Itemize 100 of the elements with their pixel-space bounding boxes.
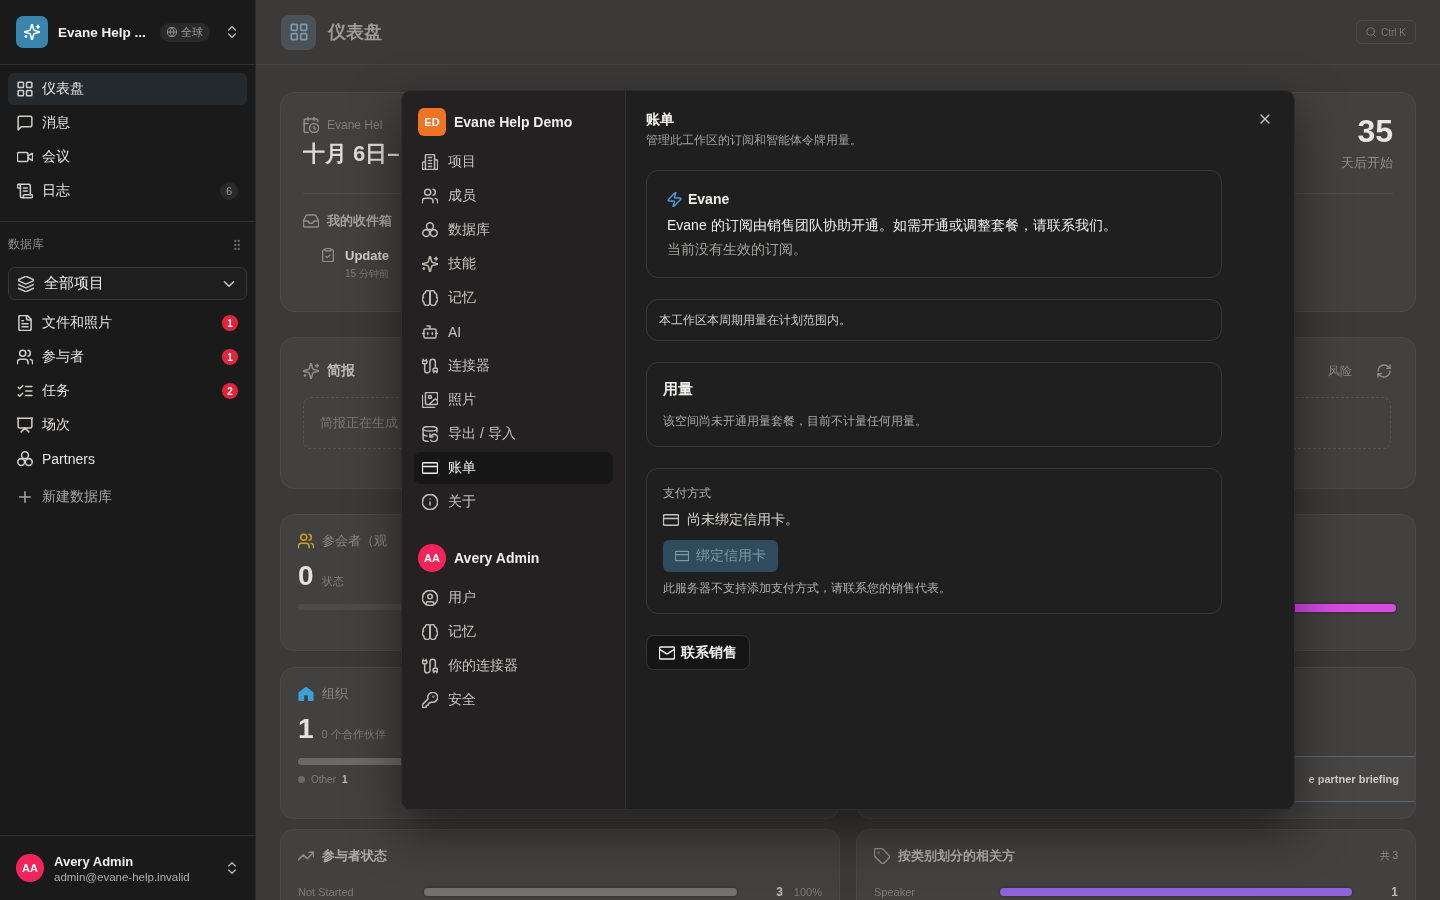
- workspace-name[interactable]: Evane Help ...: [58, 24, 146, 40]
- user-name: Avery Admin: [454, 550, 540, 566]
- key-icon: [422, 692, 438, 708]
- sparkles-icon: [422, 256, 438, 272]
- card-title: 组织: [322, 685, 348, 703]
- database-item[interactable]: 场次: [8, 409, 247, 441]
- nav-item[interactable]: 连接器: [414, 350, 613, 382]
- chevrons-up-down-icon[interactable]: [225, 25, 239, 39]
- contact-sales-button[interactable]: 联系销售: [646, 635, 750, 670]
- building-icon: [422, 154, 438, 170]
- nav-item[interactable]: 账单: [414, 452, 613, 484]
- payment-title: 支付方式: [663, 485, 712, 502]
- nav-item[interactable]: AI: [414, 316, 613, 348]
- refresh-icon[interactable]: [1377, 364, 1391, 378]
- people-icon: [298, 533, 314, 549]
- database-item[interactable]: 参与者 1: [8, 341, 247, 373]
- nav-item[interactable]: 你的连接器: [414, 650, 613, 682]
- plan-status: 当前没有生效的订阅。: [667, 241, 808, 259]
- card-status: 尚未绑定信用卡。: [687, 511, 799, 529]
- scroll-icon: [17, 183, 33, 199]
- database-item[interactable]: 任务 2: [8, 375, 247, 407]
- inbox-title: 我的收件箱: [327, 212, 392, 230]
- brain-icon: [422, 624, 438, 640]
- dialog-subtitle: 管理此工作区的订阅和智能体令牌用量。: [646, 132, 862, 149]
- nav-item[interactable]: 仪表盘: [8, 73, 247, 105]
- plug-icon: [422, 358, 438, 374]
- task-title[interactable]: Update: [345, 248, 390, 263]
- card-title: 参与者状态: [322, 847, 387, 865]
- usage-title: 用量: [663, 380, 694, 399]
- grid-icon: [281, 14, 316, 50]
- notification-badge: 1: [222, 315, 238, 331]
- payment-note: 此服务器不支持添加支付方式，请联系您的销售代表。: [663, 580, 952, 597]
- row-label: Not Started: [298, 886, 355, 898]
- images-icon: [422, 392, 438, 408]
- close-icon: [1258, 112, 1272, 126]
- workspace-avatar: ED: [418, 108, 446, 136]
- legend-label: Other: [311, 774, 336, 785]
- legend-dot-icon: [298, 776, 305, 783]
- nav-item[interactable]: 消息: [8, 107, 247, 139]
- workspace-name: Evane Help Demo: [454, 114, 573, 130]
- nav-item[interactable]: 照片: [414, 384, 613, 416]
- nav-item[interactable]: 用户: [414, 582, 613, 614]
- inbox-icon: [303, 213, 319, 229]
- user-avatar: AA: [16, 854, 44, 882]
- user-name: Avery Admin: [54, 853, 135, 869]
- calendar-clock-icon: [303, 117, 319, 133]
- plus-icon: [17, 489, 33, 505]
- nav-item[interactable]: 安全: [414, 684, 613, 716]
- database-item[interactable]: 文件和照片 1: [8, 307, 247, 339]
- user-avatar: AA: [418, 544, 446, 572]
- card-title: 参会者（观: [322, 532, 387, 550]
- attendee-count: 0: [298, 560, 314, 592]
- nav-item[interactable]: 日志 6: [8, 175, 247, 207]
- database-select[interactable]: 全部项目: [8, 267, 247, 300]
- globe-icon: [166, 27, 177, 37]
- nav-item[interactable]: 记忆: [414, 282, 613, 314]
- easel-icon: [17, 417, 33, 433]
- sparkles-icon: [16, 16, 48, 48]
- workspace-label: Evane Hel: [327, 118, 383, 132]
- dialog-title: 账单: [646, 111, 674, 129]
- nav-item[interactable]: 项目: [414, 146, 613, 178]
- countdown-label: 天后开始: [1341, 154, 1393, 172]
- credit-card-icon: [663, 512, 679, 528]
- nav-item[interactable]: 关于: [414, 486, 613, 518]
- page-title: 仪表盘: [328, 21, 382, 44]
- lightning-icon: [667, 191, 682, 207]
- nav-item[interactable]: 技能: [414, 248, 613, 280]
- scope-chip[interactable]: 全球: [159, 22, 210, 42]
- document-icon: [17, 315, 33, 331]
- circles-icon: [17, 451, 33, 467]
- new-database-button[interactable]: 新建数据库: [8, 481, 247, 513]
- credit-card-icon: [422, 460, 438, 476]
- search-icon: [1366, 27, 1376, 37]
- nav-item[interactable]: 记忆: [414, 616, 613, 648]
- notification-badge: 1: [222, 349, 238, 365]
- nav-item[interactable]: 会议: [8, 141, 247, 173]
- robot-icon: [422, 324, 438, 340]
- total-count: 共 3: [1379, 849, 1398, 863]
- row-value: 1: [1390, 885, 1398, 899]
- sparkles-icon: [303, 363, 319, 379]
- plan-description: Evane 的订阅由销售团队协助开通。如需开通或调整套餐，请联系我们。: [667, 217, 1118, 235]
- building-icon: [298, 686, 314, 702]
- database-item[interactable]: Partners: [8, 443, 247, 475]
- nav-item[interactable]: 数据库: [414, 214, 613, 246]
- card-title: 按类别划分的相关方: [898, 847, 1015, 865]
- clipboard-check-icon: [321, 248, 335, 262]
- grid-icon: [17, 81, 33, 97]
- video-camera-icon: [17, 149, 33, 165]
- plan-name: Evane: [688, 191, 730, 207]
- card-title: 简报: [327, 362, 355, 380]
- chevrons-up-down-icon[interactable]: [225, 861, 239, 875]
- nav-item[interactable]: 导出 / 导入: [414, 418, 613, 450]
- usage-notice: 本工作区本周期用量在计划范围内。: [646, 299, 1222, 341]
- usage-description: 该空间尚未开通用量套餐，目前不计量任何用量。: [663, 413, 928, 430]
- drag-handle-icon[interactable]: [231, 238, 243, 251]
- database-icon: [422, 426, 438, 442]
- count-label: 状态: [321, 574, 344, 589]
- layers-icon: [18, 275, 34, 292]
- nav-item[interactable]: 成员: [414, 180, 613, 212]
- tag-icon: [874, 848, 890, 864]
